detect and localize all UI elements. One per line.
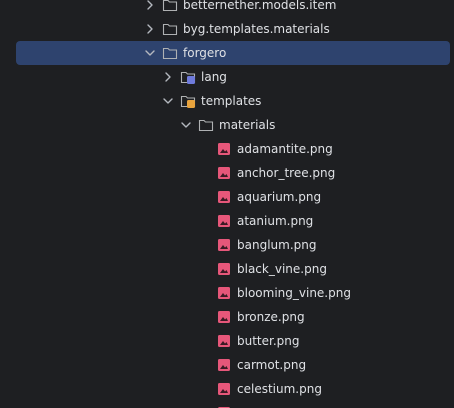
tree-item-label: forgero <box>183 46 227 60</box>
tree-folder-row[interactable]: templates <box>0 89 454 113</box>
image-file-icon <box>216 381 232 397</box>
tree-item-label: celestium.png <box>237 382 322 396</box>
tree-file-row[interactable]: blooming_vine.png <box>0 281 454 305</box>
tree-item-label: blooming_vine.png <box>237 286 351 300</box>
chevron-down-icon[interactable] <box>178 117 194 133</box>
folder-icon <box>162 0 178 13</box>
tree-item-label: black_vine.png <box>237 262 327 276</box>
chevron-right-icon[interactable] <box>142 0 158 13</box>
tree-folder-row[interactable]: materials <box>0 113 454 137</box>
image-file-icon <box>216 333 232 349</box>
tree-item-label: atanium.png <box>237 214 314 228</box>
image-file-icon <box>216 309 232 325</box>
tree-item-label: betternether.models.item <box>183 0 337 12</box>
folder-icon <box>198 117 214 133</box>
image-file-icon <box>216 237 232 253</box>
tree-folder-row[interactable]: byg.templates.materials <box>0 17 454 41</box>
tree-item-label: aquarium.png <box>237 190 322 204</box>
tree-file-row[interactable]: atanium.png <box>0 209 454 233</box>
tree-item-label: byg.templates.materials <box>183 22 330 36</box>
tree-file-row[interactable]: black_vine.png <box>0 257 454 281</box>
templates-folder-icon <box>180 93 196 109</box>
tree-item-label: anchor_tree.png <box>237 166 336 180</box>
tree-file-row[interactable]: carmot.png <box>0 353 454 377</box>
tree-item-label: bronze.png <box>237 310 305 324</box>
tree-item-label: templates <box>201 94 262 108</box>
tree-item-label: banglum.png <box>237 238 317 252</box>
selection-highlight <box>16 41 450 65</box>
image-file-icon <box>216 213 232 229</box>
chevron-right-icon[interactable] <box>142 21 158 37</box>
tree-folder-row[interactable]: betternether.models.item <box>0 0 454 17</box>
tree-file-row[interactable]: anchor_tree.png <box>0 161 454 185</box>
tree-file-row[interactable]: aquarium.png <box>0 185 454 209</box>
project-tree: betternether.models.item byg.templates.ma… <box>0 0 454 408</box>
chevron-right-icon[interactable] <box>160 69 176 85</box>
image-file-icon <box>216 189 232 205</box>
chevron-down-icon[interactable] <box>160 93 176 109</box>
folder-icon <box>162 21 178 37</box>
tree-folder-row[interactable]: lang <box>0 65 454 89</box>
tree-item-label: butter.png <box>237 334 300 348</box>
image-file-icon <box>216 261 232 277</box>
tree-item-label: carmot.png <box>237 358 307 372</box>
tree-file-row[interactable]: butter.png <box>0 329 454 353</box>
tree-file-row[interactable]: adamantite.png <box>0 137 454 161</box>
tree-file-row[interactable]: celestium.png <box>0 377 454 401</box>
lang-folder-icon <box>180 69 196 85</box>
folder-icon <box>162 45 178 61</box>
chevron-down-icon[interactable] <box>142 45 158 61</box>
image-file-icon <box>216 285 232 301</box>
tree-file-row[interactable]: banglum.png <box>0 233 454 257</box>
tree-item-label: lang <box>201 70 227 84</box>
image-file-icon <box>216 165 232 181</box>
image-file-icon <box>216 141 232 157</box>
tree-file-row[interactable] <box>0 401 454 408</box>
tree-item-label: adamantite.png <box>237 142 333 156</box>
image-file-icon <box>216 357 232 373</box>
tree-item-label: materials <box>219 118 276 132</box>
tree-folder-row[interactable]: forgero <box>0 41 454 65</box>
tree-file-row[interactable]: bronze.png <box>0 305 454 329</box>
